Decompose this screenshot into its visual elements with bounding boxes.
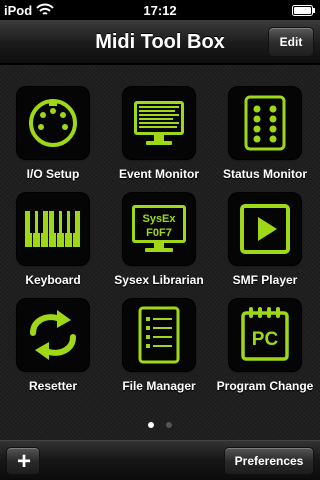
program-change-tile[interactable]: PC: [229, 299, 301, 371]
tool-keyboard[interactable]: Keyboard: [0, 171, 106, 287]
smf-player-tile[interactable]: [229, 193, 301, 265]
tool-smf-player[interactable]: SMF Player: [212, 171, 318, 287]
tool-event-monitor[interactable]: Event Monitor: [106, 65, 212, 181]
tool-label: Resetter: [28, 379, 78, 393]
sysex-monitor-icon: SysEx F0F7: [132, 205, 186, 252]
status-monitor-tile[interactable]: [229, 87, 301, 159]
resetter-tile[interactable]: [17, 299, 89, 371]
keyboard-tile[interactable]: [17, 193, 89, 265]
f0f7-icon-text: F0F7: [146, 227, 172, 239]
pc-icon-text: PC: [252, 329, 279, 350]
tool-file-manager[interactable]: File Manager: [106, 277, 212, 393]
edit-button[interactable]: Edit: [268, 27, 314, 57]
piano-keys-icon: [25, 211, 80, 247]
tool-grid: I/O Setup Event Monitor Status Monitor K…: [0, 65, 320, 440]
tool-status-monitor[interactable]: Status Monitor: [212, 65, 318, 181]
add-button[interactable]: +: [6, 447, 40, 475]
event-monitor-tile[interactable]: [123, 87, 195, 159]
tool-io-setup[interactable]: I/O Setup: [0, 65, 106, 181]
battery-icon: [292, 5, 315, 16]
tool-sysex-librarian[interactable]: SysEx F0F7 Sysex Librarian: [106, 171, 212, 287]
tool-program-change[interactable]: PC Program Change: [212, 277, 318, 393]
io-setup-tile[interactable]: [17, 87, 89, 159]
monitor-binary-icon: [134, 101, 184, 145]
file-manager-tile[interactable]: [123, 299, 195, 371]
status-bar: iPod 17:12: [0, 0, 320, 20]
page-dot-active[interactable]: [147, 422, 154, 428]
preferences-button[interactable]: Preferences: [224, 447, 314, 475]
clock: 17:12: [143, 3, 177, 18]
sysex-icon-text: SysEx: [142, 213, 176, 225]
midi-din-connector-icon: [29, 99, 77, 147]
bottom-toolbar: + Preferences: [0, 440, 320, 480]
sysex-librarian-tile[interactable]: SysEx F0F7: [123, 193, 195, 265]
tool-label: File Manager: [122, 379, 196, 393]
reset-arrows-icon: [30, 310, 76, 360]
navigation-bar: Midi Tool Box Edit: [0, 20, 320, 64]
file-list-icon: [138, 306, 180, 364]
play-icon: [240, 204, 290, 254]
plus-icon: +: [16, 448, 31, 475]
page-indicator[interactable]: [0, 415, 320, 428]
tool-label: Program Change: [216, 379, 314, 393]
pc-notepad-icon: PC: [241, 307, 289, 361]
tool-resetter[interactable]: Resetter: [0, 277, 106, 393]
status-lights-icon: [244, 95, 286, 151]
